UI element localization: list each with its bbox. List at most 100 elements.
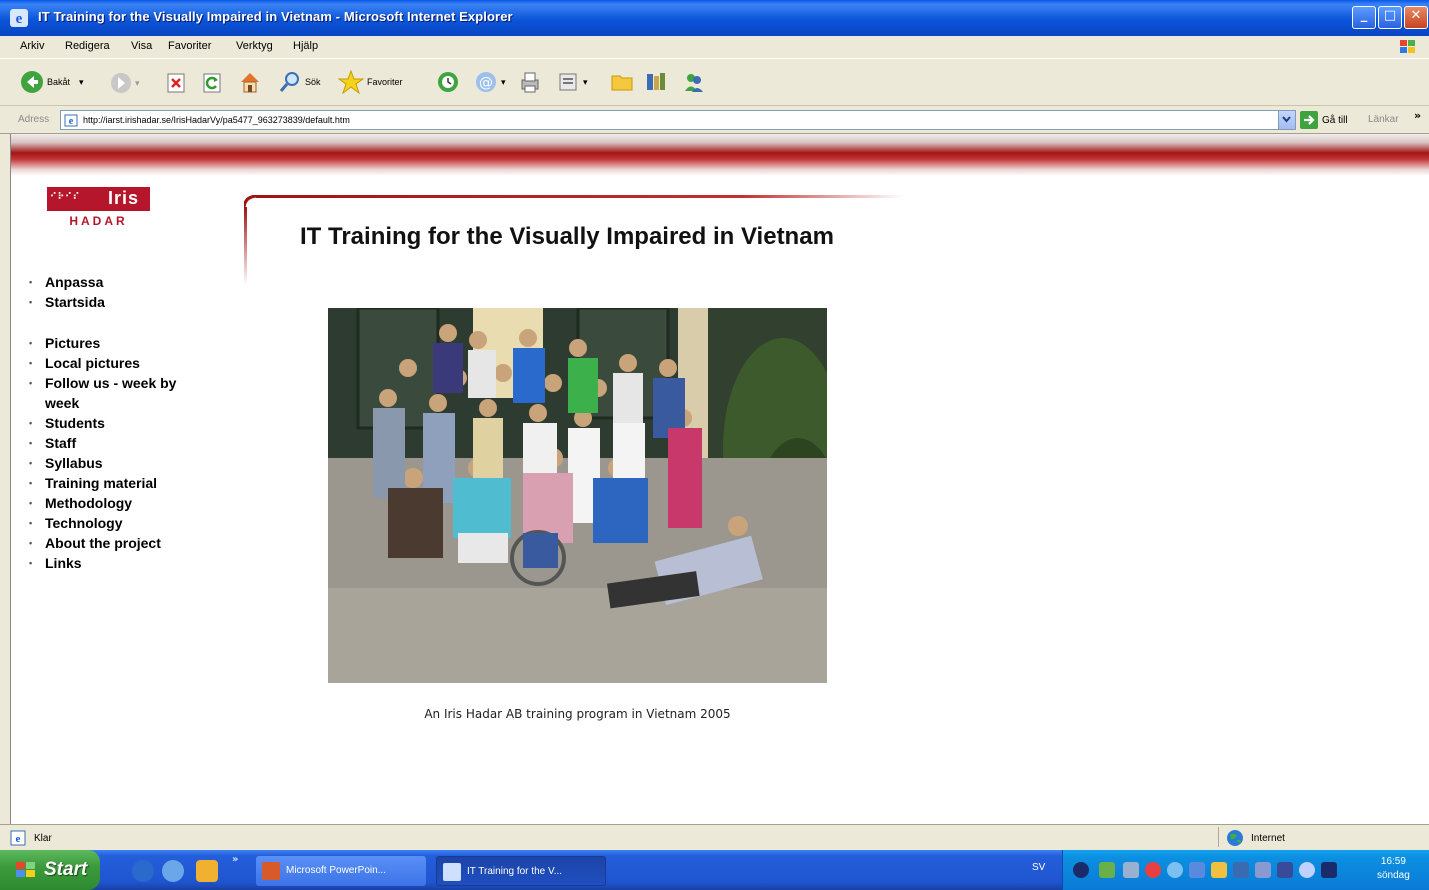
nav-link-pictures[interactable]: Pictures xyxy=(27,333,197,353)
page-viewport: ⠊⠗⠊⠎ Iris HADAR Anpassa Startsida Pictur… xyxy=(10,134,1429,824)
start-button[interactable]: Start xyxy=(0,850,100,890)
nav-link-about-the-project[interactable]: About the project xyxy=(27,533,197,553)
research-books-icon xyxy=(647,73,665,90)
tray-display-icon[interactable] xyxy=(1233,862,1249,878)
address-bar: Adress e http://iarst.irishadar.se/IrisH… xyxy=(0,106,1429,134)
nav-link-local-pictures[interactable]: Local pictures xyxy=(27,353,197,373)
page-icon: e xyxy=(64,114,78,127)
home-button[interactable] xyxy=(238,70,262,94)
search-button[interactable]: Sök xyxy=(278,70,321,94)
nav-link-technology[interactable]: Technology xyxy=(27,513,197,533)
windows-flag-icon xyxy=(1400,40,1415,53)
window-title: IT Training for the Visually Impaired in… xyxy=(38,9,513,24)
menu-verktyg[interactable]: Verktyg xyxy=(236,40,273,52)
window-title-bar[interactable]: e IT Training for the Visually Impaired … xyxy=(0,0,1429,36)
quicklaunch-browser-icon[interactable] xyxy=(162,860,184,882)
language-indicator[interactable]: SV xyxy=(1032,862,1045,873)
mail-dropdown-icon[interactable]: ▾ xyxy=(501,77,506,88)
tray-volume-icon[interactable] xyxy=(1211,862,1227,878)
forward-button[interactable]: ▾ xyxy=(110,72,140,94)
task-internet-explorer[interactable]: IT Training for the V... xyxy=(436,856,606,886)
system-tray: 16:59 söndag xyxy=(1062,850,1429,890)
nav-link-staff[interactable]: Staff xyxy=(27,433,197,453)
messenger-icon xyxy=(685,74,703,92)
tray-messenger-icon[interactable] xyxy=(1167,862,1183,878)
maximize-button[interactable]: □ xyxy=(1378,6,1402,29)
menu-bar: Arkiv Redigera Visa Favoriter Verktyg Hj… xyxy=(0,36,1429,58)
research-button[interactable] xyxy=(644,70,668,94)
address-dropdown-button[interactable] xyxy=(1278,111,1295,129)
nav-link-follow-us[interactable]: Follow us - week by week xyxy=(27,373,187,413)
windows-logo-icon xyxy=(16,862,35,877)
refresh-button[interactable] xyxy=(202,72,222,94)
menu-hjalp[interactable]: Hjälp xyxy=(293,40,318,52)
powerpoint-icon xyxy=(262,862,280,880)
standard-toolbar: Bakåt ▾ ▾ Sök Favoriter @ ▾ ▾ xyxy=(0,58,1429,106)
close-button[interactable]: ✕ xyxy=(1404,6,1428,29)
quicklaunch-folder-icon[interactable] xyxy=(196,860,218,882)
tray-search-icon[interactable] xyxy=(1123,862,1139,878)
tray-antivirus-icon[interactable] xyxy=(1145,862,1161,878)
back-button[interactable]: Bakåt ▾ xyxy=(20,70,84,94)
svg-text:e: e xyxy=(69,116,74,127)
internet-zone-globe-icon xyxy=(1227,830,1243,846)
favorites-star-icon xyxy=(338,70,364,94)
menu-favoriter[interactable]: Favoriter xyxy=(168,40,211,52)
history-button[interactable] xyxy=(436,70,460,94)
tray-network-icon[interactable] xyxy=(1099,862,1115,878)
nav-link-syllabus[interactable]: Syllabus xyxy=(27,453,197,473)
nav-link-students[interactable]: Students xyxy=(27,413,197,433)
nav-link-anpassa[interactable]: Anpassa xyxy=(27,272,197,292)
internet-explorer-icon: e xyxy=(10,9,28,27)
status-bar: e Klar Internet xyxy=(0,824,1429,850)
internet-explorer-task-icon xyxy=(443,863,461,881)
edit-button[interactable]: ▾ xyxy=(556,70,588,94)
nav-link-training-material[interactable]: Training material xyxy=(27,473,197,493)
edit-dropdown-icon[interactable]: ▾ xyxy=(583,77,588,88)
tray-monitor-icon[interactable] xyxy=(1277,862,1293,878)
messenger-button[interactable] xyxy=(682,70,706,94)
folder-icon xyxy=(611,75,633,91)
logo-subtitle: HADAR xyxy=(69,214,128,228)
nav-group-main: Pictures Local pictures Follow us - week… xyxy=(27,333,197,573)
home-icon xyxy=(241,73,259,93)
nav-group-settings: Anpassa Startsida xyxy=(27,272,197,312)
nav-link-methodology[interactable]: Methodology xyxy=(27,493,197,513)
address-input[interactable]: e http://iarst.irishadar.se/IrisHadarVy/… xyxy=(60,110,1296,130)
tray-battery-icon[interactable] xyxy=(1321,862,1337,878)
address-label: Adress xyxy=(18,114,50,125)
address-url: http://iarst.irishadar.se/IrisHadarVy/pa… xyxy=(83,115,350,125)
tray-moon-icon[interactable] xyxy=(1073,862,1089,878)
links-toolbar[interactable]: Länkar xyxy=(1368,114,1399,125)
taskbar-clock[interactable]: 16:59 söndag xyxy=(1377,855,1410,883)
status-text: Klar xyxy=(34,832,52,844)
favorites-button[interactable]: Favoriter xyxy=(338,70,403,94)
task-powerpoint[interactable]: Microsoft PowerPoin... xyxy=(256,856,426,886)
tray-printer-icon[interactable] xyxy=(1255,862,1271,878)
discuss-button[interactable] xyxy=(610,70,634,94)
stop-button[interactable] xyxy=(166,72,186,94)
clock-time: 16:59 xyxy=(1380,856,1406,867)
nav-link-links[interactable]: Links xyxy=(27,553,197,573)
back-dropdown-icon[interactable]: ▾ xyxy=(79,77,84,88)
iris-hadar-logo[interactable]: ⠊⠗⠊⠎ Iris xyxy=(47,187,150,211)
tray-updates-icon[interactable] xyxy=(1299,862,1315,878)
mail-button[interactable]: @ ▾ xyxy=(474,70,506,94)
quicklaunch-outlook-icon[interactable] xyxy=(132,860,154,882)
menu-visa[interactable]: Visa xyxy=(131,40,152,52)
edit-document-icon xyxy=(559,73,577,91)
menu-arkiv[interactable]: Arkiv xyxy=(20,40,44,52)
stop-icon xyxy=(167,73,185,93)
group-photo[interactable] xyxy=(328,308,827,683)
menu-redigera[interactable]: Redigera xyxy=(65,40,110,52)
toolbar-overflow-chevron[interactable]: » xyxy=(1414,109,1421,122)
nav-link-startsida[interactable]: Startsida xyxy=(27,292,197,312)
minimize-button[interactable]: _ xyxy=(1352,6,1376,29)
forward-dropdown-icon[interactable]: ▾ xyxy=(135,78,140,89)
go-button[interactable]: Gå till xyxy=(1300,111,1348,129)
tray-connection-icon[interactable] xyxy=(1189,862,1205,878)
mail-icon: @ xyxy=(476,72,496,92)
forward-arrow-icon xyxy=(111,73,131,93)
print-button[interactable] xyxy=(518,70,542,94)
quicklaunch-overflow-icon[interactable]: » xyxy=(232,854,238,865)
